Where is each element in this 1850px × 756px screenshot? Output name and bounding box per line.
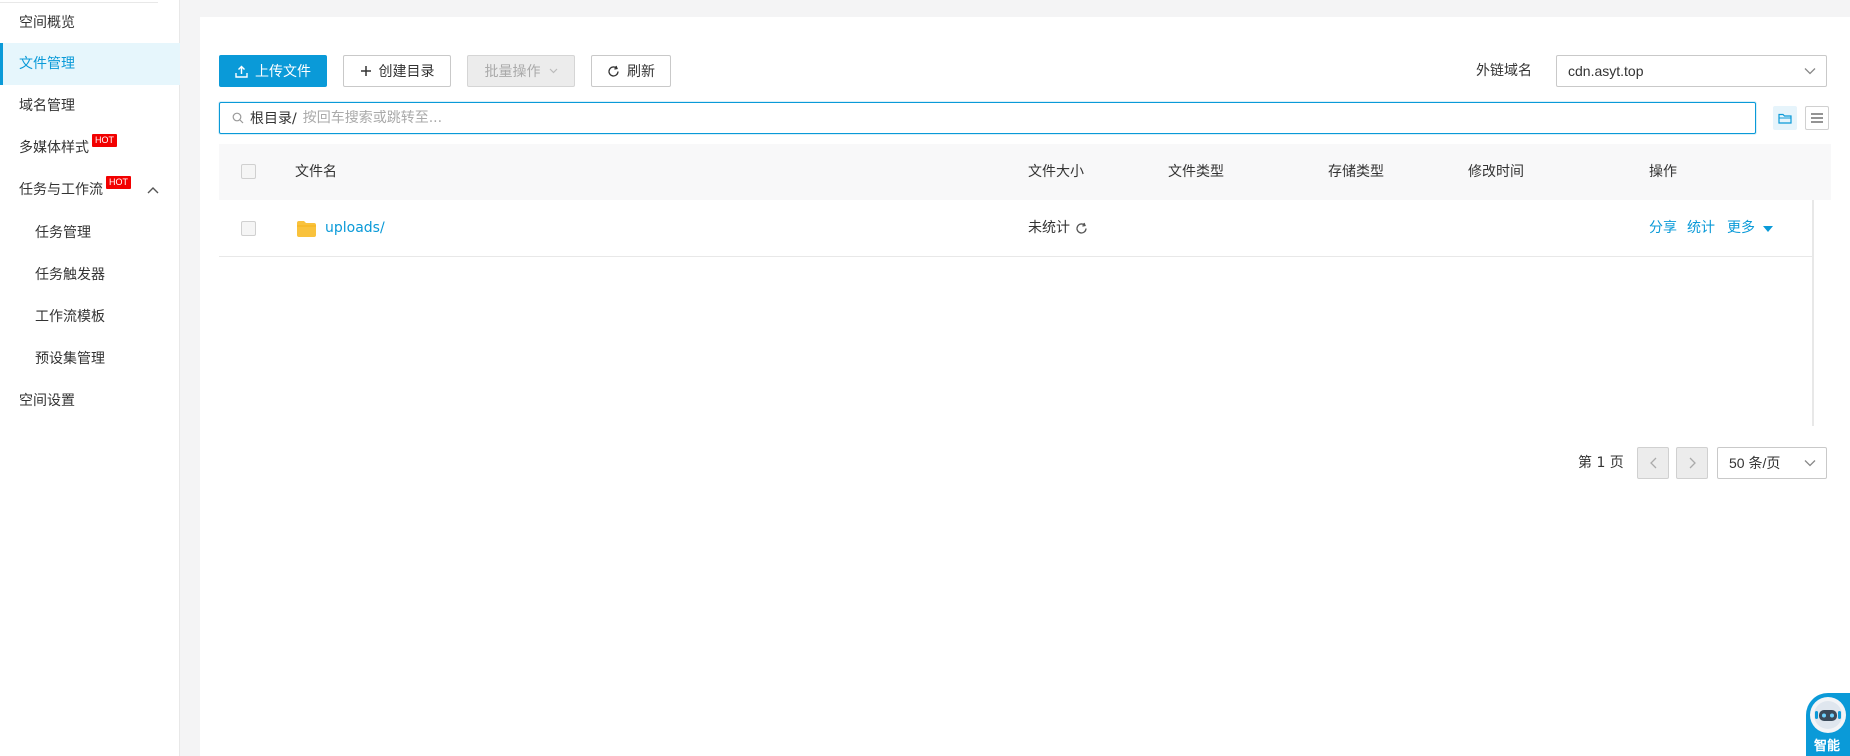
sidebar-item-space-settings[interactable]: 空间设置 (0, 380, 180, 422)
header-storage-type[interactable]: 存储类型 (1328, 144, 1384, 200)
file-size-value: 未统计 (1028, 220, 1070, 236)
header-file-size[interactable]: 文件大小 (1028, 144, 1084, 200)
path-prefix: 根目录/ (250, 111, 297, 127)
path-search-input[interactable] (302, 110, 1755, 126)
external-domain-label: 外链域名 (1476, 63, 1532, 79)
page-size-value: 50 条/页 (1729, 455, 1781, 471)
search-icon (232, 112, 244, 124)
table-scrollbar[interactable] (1812, 200, 1814, 426)
file-name-link[interactable]: uploads/ (325, 200, 385, 257)
sidebar-item-media-styles[interactable]: 多媒体样式 HOT (0, 127, 180, 169)
hot-badge: HOT (92, 134, 117, 147)
file-table-header: 文件名 文件大小 文件类型 存储类型 修改时间 操作 (219, 144, 1831, 200)
sidebar-item-label: 任务与工作流 (19, 182, 103, 198)
refresh-label: 刷新 (627, 64, 655, 80)
sidebar-item-label: 空间概览 (19, 15, 75, 31)
sidebar-item-task-triggers[interactable]: 任务触发器 (0, 254, 180, 296)
header-file-type[interactable]: 文件类型 (1168, 144, 1224, 200)
chevron-down-icon (1804, 68, 1816, 75)
chevron-down-icon (1804, 460, 1816, 467)
upload-file-button[interactable]: 上传文件 (219, 55, 327, 87)
chevron-left-icon (1649, 457, 1657, 469)
external-domain-value: cdn.asyt.top (1568, 63, 1644, 79)
refresh-button[interactable]: 刷新 (591, 55, 671, 87)
file-size-cell: 未统计 (1028, 200, 1088, 257)
sidebar-item-label: 工作流模板 (35, 309, 105, 325)
folder-icon (297, 200, 316, 257)
sidebar-item-workflow-templates[interactable]: 工作流模板 (0, 296, 180, 338)
select-all-checkbox[interactable] (241, 164, 256, 179)
folder-view-icon (1778, 113, 1792, 124)
sidebar-item-label: 域名管理 (19, 98, 75, 114)
chevron-right-icon (1689, 457, 1696, 469)
table-row: uploads/ 未统计 分享 统计 更多 (219, 200, 1813, 257)
sidebar-item-task-management[interactable]: 任务管理 (0, 212, 180, 254)
page-size-select[interactable]: 50 条/页 (1717, 447, 1827, 479)
next-page-button[interactable] (1676, 447, 1708, 479)
sidebar-item-preset-management[interactable]: 预设集管理 (0, 338, 180, 380)
upload-file-label: 上传文件 (255, 64, 311, 80)
sidebar-item-file-management[interactable]: 文件管理 (0, 43, 180, 85)
sidebar-item-space-overview[interactable]: 空间概览 (0, 2, 180, 44)
sidebar-item-label: 多媒体样式 (19, 140, 89, 156)
caret-down-icon (1763, 225, 1773, 232)
path-search-bar[interactable]: 根目录/ (219, 102, 1756, 134)
sidebar-item-label: 预设集管理 (35, 351, 105, 367)
sidebar-item-label: 任务管理 (35, 225, 91, 241)
refresh-icon (607, 65, 620, 78)
sidebar: 空间概览 文件管理 域名管理 多媒体样式 HOT 任务与工作流 HOT 任务管理… (0, 0, 180, 756)
batch-operations-button[interactable]: 批量操作 (467, 55, 575, 87)
sidebar-item-label: 任务触发器 (35, 267, 105, 283)
recount-icon[interactable] (1075, 222, 1088, 235)
list-view-button[interactable] (1805, 106, 1829, 130)
header-modified-time[interactable]: 修改时间 (1468, 144, 1524, 200)
page-indicator: 第 1 页 (1578, 455, 1624, 471)
prev-page-button[interactable] (1637, 447, 1669, 479)
external-domain-select[interactable]: cdn.asyt.top (1556, 55, 1827, 87)
assistant-widget[interactable]: 智能 (1806, 693, 1850, 756)
row-checkbox[interactable] (241, 221, 256, 236)
list-view-icon (1811, 113, 1823, 123)
more-label: 更多 (1727, 220, 1755, 236)
header-actions: 操作 (1649, 164, 1677, 180)
sidebar-item-label: 文件管理 (19, 56, 75, 72)
sidebar-item-label: 空间设置 (19, 393, 75, 409)
batch-operations-label: 批量操作 (484, 64, 541, 80)
sidebar-item-tasks-workflows[interactable]: 任务与工作流 HOT (0, 169, 180, 211)
chevron-up-icon[interactable] (146, 169, 160, 211)
header-file-name[interactable]: 文件名 (295, 144, 337, 200)
create-directory-label: 创建目录 (378, 64, 435, 80)
upload-icon (235, 65, 248, 78)
folder-view-button[interactable] (1773, 106, 1797, 130)
robot-icon (1810, 697, 1846, 733)
create-directory-button[interactable]: 创建目录 (343, 55, 451, 87)
assistant-label: 智能 (1814, 739, 1841, 754)
more-dropdown[interactable]: 更多 (1727, 200, 1773, 257)
share-link[interactable]: 分享 (1649, 200, 1677, 257)
plus-icon (360, 65, 372, 77)
stats-link[interactable]: 统计 (1687, 200, 1715, 257)
file-manager-panel: 上传文件 创建目录 批量操作 刷新 外链域名 cdn.asyt.top 根目录/ (200, 17, 1850, 756)
sidebar-item-domain-management[interactable]: 域名管理 (0, 85, 180, 127)
chevron-down-icon (549, 68, 558, 74)
hot-badge: HOT (106, 176, 131, 189)
